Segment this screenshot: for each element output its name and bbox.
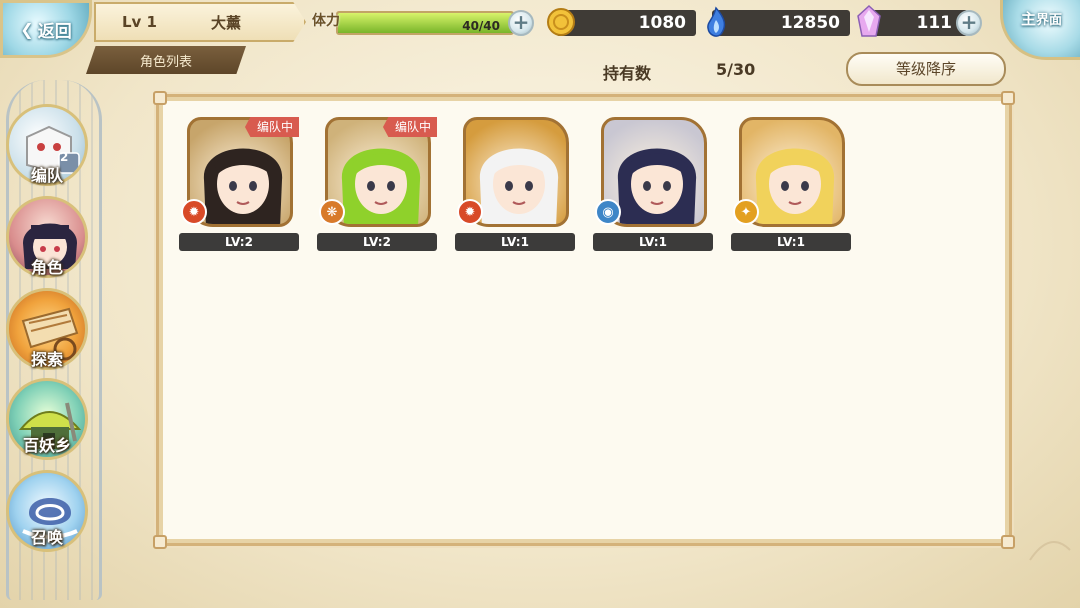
panel-corner-ornament [1001, 91, 1015, 105]
add-crystal-button[interactable]: + [956, 10, 982, 36]
back-button[interactable]: ❮ 返回 [0, 0, 92, 58]
main-menu-label-2: 界面 [1036, 13, 1063, 28]
panel-corner-ornament [153, 535, 167, 549]
section-title: 角色列表 [86, 46, 246, 74]
blue-flame-icon [707, 6, 726, 37]
character-card[interactable]: ✹ LV:1 [455, 117, 575, 255]
character-level: LV:2 [317, 233, 437, 251]
main-menu-button[interactable]: 主界面 [1000, 0, 1080, 60]
character-level: LV:1 [455, 233, 575, 251]
in-team-tag: 编队中 [244, 117, 299, 137]
character-card[interactable]: ◉ LV:1 [593, 117, 713, 255]
character-level: LV:1 [593, 233, 713, 251]
sidebar-label-summon: 召唤 [30, 528, 63, 547]
sidebar-label-explore: 探索 [30, 350, 63, 369]
player-level: Lv 1 [122, 13, 157, 31]
fire-element-icon: ✹ [457, 199, 483, 225]
water-element-icon: ◉ [595, 199, 621, 225]
stamina-value: 40/40 [462, 19, 500, 33]
back-arrow-icon: ❮ [20, 19, 34, 39]
stamina-label: 体力 [312, 13, 340, 29]
character-level: LV:2 [179, 233, 299, 251]
add-stamina-button[interactable]: + [508, 10, 534, 36]
back-label: 返回 [37, 21, 72, 42]
wind-element-icon: ❋ [319, 199, 345, 225]
panel-corner-ornament [153, 91, 167, 105]
owned-count-value: 5/30 [716, 60, 756, 79]
fire-element-icon: ✹ [181, 199, 207, 225]
sidebar-label-team: 编队 [30, 166, 63, 185]
in-team-tag: 编队中 [382, 117, 437, 137]
game-screen: ❮ 返回 Lv 1 大薰 角色列表 40/40 体力 + 1080 12850 … [0, 0, 1080, 608]
character-card[interactable]: ❋ 编队中 LV:2 [317, 117, 437, 255]
character-card[interactable]: ✹ 编队中 LV:2 [179, 117, 299, 255]
player-name: 大薰 [211, 13, 242, 32]
sort-button[interactable]: 等级降序 [846, 52, 1006, 86]
character-card[interactable]: ✦ LV:1 [731, 117, 851, 255]
light-element-icon: ✦ [733, 199, 759, 225]
owned-count-label: 持有数 [603, 64, 652, 83]
main-menu-label-1: 主 [1021, 10, 1037, 28]
character-level: LV:1 [731, 233, 851, 251]
gold-coin-icon [547, 8, 575, 36]
gold-counter: 1080 [556, 10, 696, 36]
character-list-panel: ✹ 编队中 LV:2 ❋ 编队中 LV:2 ✹ LV:1 ◉ LV:1 ✦ LV:1 [153, 91, 1015, 549]
soul-counter: 12850 [712, 10, 850, 36]
stamina-bar: 40/40 [336, 11, 514, 35]
panel-corner-ornament [1001, 535, 1015, 549]
crystal-icon [857, 4, 881, 37]
sidebar-label-village: 百妖乡 [22, 436, 71, 455]
player-level-plate: Lv 1 大薰 [94, 2, 306, 42]
sidebar-label-character: 角色 [30, 258, 63, 277]
